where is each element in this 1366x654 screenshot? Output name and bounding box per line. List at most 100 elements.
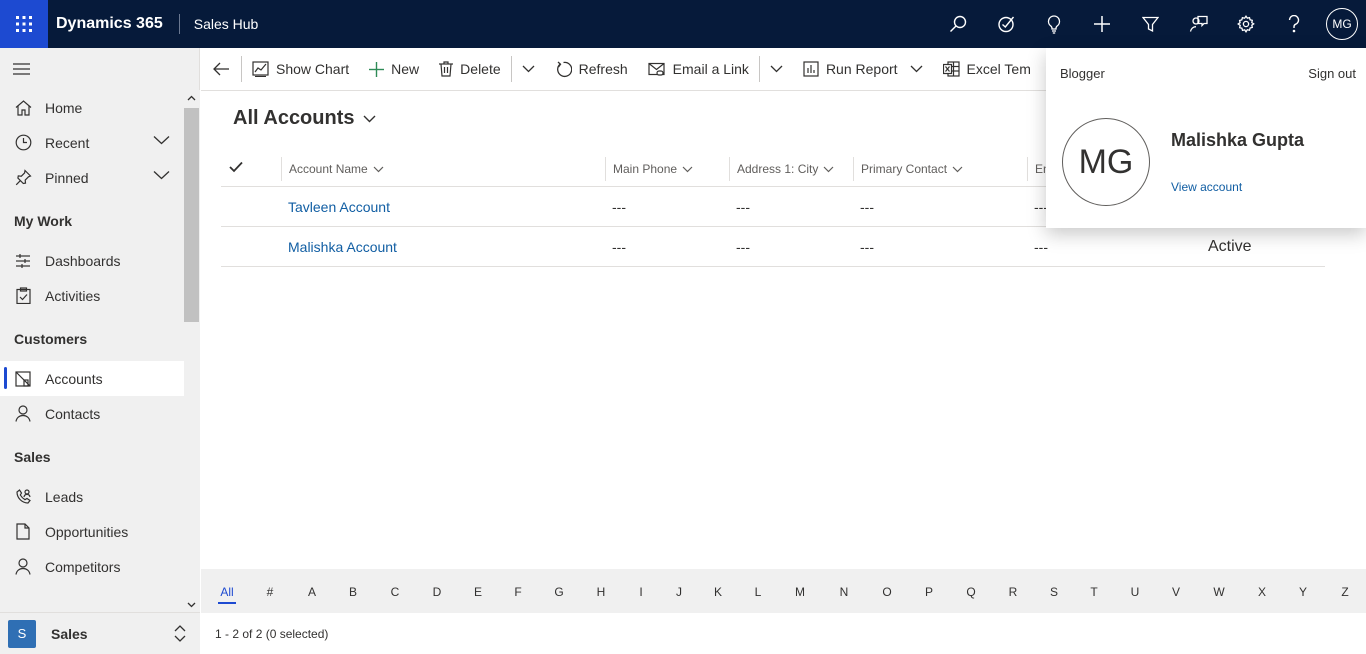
chevron-down-icon bbox=[770, 65, 783, 73]
sidebar-item-home[interactable]: Home bbox=[0, 90, 184, 125]
area-switcher[interactable]: S Sales bbox=[0, 612, 200, 654]
jump-letter[interactable]: G bbox=[551, 585, 567, 599]
show-chart-button[interactable]: Show Chart bbox=[242, 48, 359, 91]
delete-button[interactable]: Delete bbox=[429, 48, 510, 91]
sidebar-item-label: Accounts bbox=[45, 370, 103, 387]
assistant-button[interactable] bbox=[1174, 0, 1222, 48]
app-title[interactable]: Dynamics 365 bbox=[56, 15, 163, 33]
sidebar-item-pinned[interactable]: Pinned bbox=[0, 160, 184, 195]
sidebar-item-label: Opportunities bbox=[45, 523, 129, 540]
sidebar-item-contacts[interactable]: Contacts bbox=[0, 396, 184, 431]
refresh-button[interactable]: Refresh bbox=[545, 48, 638, 91]
city-cell: --- bbox=[736, 239, 750, 255]
delete-label: Delete bbox=[460, 61, 501, 77]
jump-letter[interactable]: All bbox=[218, 585, 236, 604]
app-module-name[interactable]: Sales Hub bbox=[194, 16, 259, 32]
chevron-down-icon[interactable] bbox=[910, 65, 923, 73]
sidebar-scroll-thumb[interactable] bbox=[184, 108, 199, 322]
insights-button[interactable] bbox=[1030, 0, 1078, 48]
jump-letter[interactable]: D bbox=[429, 585, 445, 599]
jump-letter[interactable]: K bbox=[710, 585, 726, 599]
sidebar-item-accounts[interactable]: Accounts bbox=[0, 361, 184, 396]
jump-letter[interactable]: P bbox=[921, 585, 937, 599]
sidebar-item-dashboards[interactable]: Dashboards bbox=[0, 243, 184, 278]
view-account-link[interactable]: View account bbox=[1171, 180, 1242, 194]
back-button[interactable] bbox=[201, 48, 241, 91]
chevron-down-icon[interactable] bbox=[153, 170, 170, 180]
jump-letter[interactable]: U bbox=[1127, 585, 1143, 599]
chevron-down-icon bbox=[373, 166, 384, 172]
jump-letter[interactable]: E bbox=[470, 585, 486, 599]
person-icon bbox=[14, 405, 32, 423]
main-phone-cell: --- bbox=[612, 199, 626, 215]
column-header-label: Primary Contact bbox=[861, 162, 948, 176]
jump-letter[interactable]: W bbox=[1211, 585, 1227, 599]
more-commands-dropdown[interactable] bbox=[512, 48, 545, 91]
jump-letter[interactable]: T bbox=[1086, 585, 1102, 599]
jump-letter[interactable]: Y bbox=[1295, 585, 1311, 599]
jump-letter[interactable]: I bbox=[633, 585, 649, 599]
column-header-primary-contact[interactable]: Primary Contact bbox=[853, 157, 963, 181]
search-button[interactable] bbox=[934, 0, 982, 48]
jump-letter[interactable]: Q bbox=[963, 585, 979, 599]
sidebar-item-recent[interactable]: Recent bbox=[0, 125, 184, 160]
sidebar-toggle-button[interactable] bbox=[0, 48, 184, 90]
sidebar-item-opportunities[interactable]: Opportunities bbox=[0, 514, 184, 549]
refresh-icon bbox=[556, 61, 572, 77]
jump-letter[interactable]: J bbox=[671, 585, 687, 599]
chevron-down-icon[interactable] bbox=[153, 135, 170, 145]
profile-avatar: MG bbox=[1062, 118, 1150, 206]
view-selector[interactable]: All Accounts bbox=[233, 107, 376, 130]
sidebar-scrollbar[interactable] bbox=[184, 90, 200, 612]
jump-letter[interactable]: B bbox=[345, 585, 361, 599]
question-icon bbox=[1288, 15, 1300, 33]
pin-icon bbox=[14, 169, 32, 187]
jump-letter[interactable]: # bbox=[262, 585, 278, 599]
column-header-account-name[interactable]: Account Name bbox=[281, 157, 384, 181]
sidebar-item-leads[interactable]: Leads bbox=[0, 479, 184, 514]
jump-letter[interactable]: L bbox=[750, 585, 766, 599]
table-row[interactable]: Malishka Account --- --- --- --- Active bbox=[221, 227, 1325, 267]
jump-letter[interactable]: A bbox=[304, 585, 320, 599]
title-divider bbox=[178, 14, 180, 34]
column-header-city[interactable]: Address 1: City bbox=[729, 157, 834, 181]
select-all-checkmark-icon[interactable] bbox=[229, 161, 243, 173]
run-report-button[interactable]: Run Report bbox=[793, 48, 933, 91]
jump-letter[interactable]: H bbox=[593, 585, 609, 599]
sign-out-link[interactable]: Sign out bbox=[1308, 66, 1356, 81]
account-manager-button[interactable]: MG bbox=[1318, 0, 1366, 48]
chart-icon bbox=[252, 61, 269, 77]
person-icon bbox=[14, 558, 32, 576]
sidebar-item-label: Leads bbox=[45, 488, 84, 505]
app-launcher-button[interactable] bbox=[0, 0, 48, 48]
email-link-button[interactable]: Email a Link bbox=[638, 48, 759, 91]
sidebar-item-activities[interactable]: Activities bbox=[0, 278, 184, 313]
sidebar-group-title: Sales bbox=[14, 449, 51, 465]
sidebar-item-competitors[interactable]: Competitors bbox=[0, 549, 184, 584]
email-cell: --- bbox=[1034, 239, 1048, 255]
scroll-up-icon[interactable] bbox=[187, 95, 196, 101]
column-header-main-phone[interactable]: Main Phone bbox=[605, 157, 693, 181]
jump-letter[interactable]: F bbox=[510, 585, 526, 599]
account-name-link[interactable]: Malishka Account bbox=[288, 239, 397, 255]
advanced-find-button[interactable] bbox=[1126, 0, 1174, 48]
jump-letter[interactable]: O bbox=[879, 585, 895, 599]
scroll-down-icon[interactable] bbox=[187, 602, 196, 608]
excel-templates-button[interactable]: Excel Tem bbox=[933, 48, 1041, 91]
jump-letter[interactable]: S bbox=[1046, 585, 1062, 599]
jump-letter[interactable]: Z bbox=[1337, 585, 1353, 599]
jump-letter[interactable]: C bbox=[387, 585, 403, 599]
jump-letter[interactable]: X bbox=[1254, 585, 1270, 599]
task-button[interactable] bbox=[982, 0, 1030, 48]
jump-letter[interactable]: V bbox=[1168, 585, 1184, 599]
new-button[interactable]: New bbox=[359, 48, 429, 91]
jump-letter[interactable]: R bbox=[1005, 585, 1021, 599]
clipboard-icon bbox=[14, 287, 32, 305]
jump-letter[interactable]: N bbox=[836, 585, 852, 599]
new-record-button[interactable] bbox=[1078, 0, 1126, 48]
account-name-link[interactable]: Tavleen Account bbox=[288, 199, 390, 215]
email-link-dropdown[interactable] bbox=[760, 48, 793, 91]
jump-letter[interactable]: M bbox=[792, 585, 808, 599]
settings-button[interactable] bbox=[1222, 0, 1270, 48]
help-button[interactable] bbox=[1270, 0, 1318, 48]
